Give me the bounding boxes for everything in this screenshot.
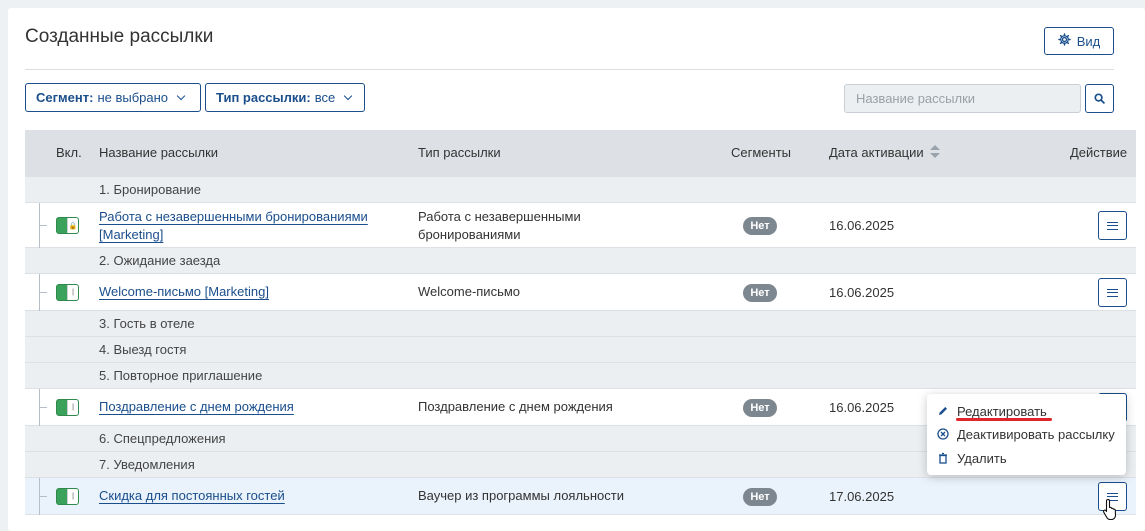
lock-icon: 🔒 (67, 218, 78, 233)
toggle-knob: | (67, 285, 78, 300)
group-label: 4. Выезд гостя (99, 342, 187, 357)
group-label: 1. Бронирование (99, 182, 202, 197)
table-row: 🔒 Работа с незавершенными бронированиями… (25, 203, 1136, 248)
mailing-name-line: [Marketing] (99, 227, 164, 242)
group-row: 5. Повторное приглашение (25, 363, 1136, 389)
header-name: Название рассылки (99, 145, 219, 160)
mailing-type-line: Работа с незавершенными (418, 209, 581, 224)
toggle-knob: | (67, 489, 78, 504)
gear-icon (1057, 33, 1071, 49)
mailing-name-link[interactable]: Скидка для постоянных гостей (99, 487, 285, 505)
group-label: 3. Гость в отеле (99, 316, 195, 331)
activation-date: 17.06.2025 (829, 489, 895, 504)
action-menu-button[interactable] (1098, 211, 1127, 240)
menu-item-delete[interactable]: Удалить (937, 449, 1007, 467)
segment-filter-value: не выбрано (97, 90, 169, 105)
search-icon (1094, 93, 1105, 104)
group-label: 7. Уведомления (99, 457, 195, 472)
menu-item-delete-label: Удалить (957, 450, 1007, 466)
toggle-knob: | (67, 400, 78, 415)
menu-item-edit-label: Редактировать (957, 403, 1047, 419)
mailing-type: Поздравление с днем рождения (418, 399, 613, 414)
activation-date: 16.06.2025 (829, 400, 895, 415)
view-settings-button[interactable]: Вид (1044, 27, 1114, 55)
mailing-name-line: Работа с незавершенными бронированиями (99, 209, 368, 224)
type-filter-value: все (314, 90, 336, 105)
hand-cursor-icon (1102, 498, 1120, 523)
group-label: 6. Спецпредложения (99, 431, 226, 446)
page-title: Созданные рассылки (25, 26, 214, 47)
group-row: 4. Выезд гостя (25, 337, 1136, 363)
group-label: 5. Повторное приглашение (99, 368, 263, 383)
type-filter-key: Тип рассылки: (216, 90, 311, 105)
enabled-toggle[interactable]: | (56, 399, 79, 416)
tree-line (39, 225, 47, 226)
header-enabled: Вкл. (56, 145, 82, 160)
chevron-down-icon (176, 91, 186, 100)
sort-icon (929, 145, 940, 159)
mailings-table: Вкл. Название рассылки Тип рассылки Сегм… (25, 130, 1136, 515)
group-row: 2. Ожидание заезда (25, 248, 1136, 274)
mailing-type: Работа с незавершенными бронированиями (418, 208, 581, 244)
group-row: 3. Гость в отеле (25, 311, 1136, 337)
table-row: | Welcome-письмо [Marketing] Welcome-пис… (25, 274, 1136, 311)
group-label: 2. Ожидание заезда (99, 253, 221, 268)
chevron-down-icon (343, 91, 353, 100)
enabled-toggle[interactable]: | (56, 488, 79, 505)
cancel-circle-icon (937, 428, 949, 440)
highlight-underline (956, 418, 1052, 421)
segments-badge: Нет (743, 399, 777, 417)
action-dropdown-menu: Редактировать Деактивировать рассылку Уд… (927, 394, 1126, 475)
search-button[interactable] (1085, 84, 1114, 113)
segments-badge: Нет (743, 488, 777, 506)
header-segments: Сегменты (731, 145, 792, 160)
mailing-name-link[interactable]: Welcome-письмо [Marketing] (99, 283, 269, 301)
tree-line (39, 496, 47, 497)
segments-badge: Нет (743, 284, 777, 302)
table-header: Вкл. Название рассылки Тип рассылки Сегм… (25, 130, 1136, 177)
enabled-toggle[interactable]: 🔒 (56, 217, 79, 234)
pencil-icon (937, 405, 949, 417)
search-input[interactable] (844, 84, 1081, 113)
header-type: Тип рассылки (418, 145, 501, 160)
group-row: 1. Бронирование (25, 177, 1136, 203)
menu-icon (1107, 221, 1118, 230)
action-menu-button[interactable] (1098, 278, 1127, 307)
menu-item-deactivate-label: Деактивировать рассылку (957, 426, 1115, 442)
activation-date: 16.06.2025 (829, 218, 895, 233)
segment-filter-key: Сегмент: (36, 90, 94, 105)
trash-icon (937, 452, 949, 464)
table-row: | Скидка для постоянных гостей Ваучер из… (25, 478, 1136, 515)
header-date-sortable[interactable]: Дата активации (829, 145, 940, 160)
mailing-name-link[interactable]: Поздравление с днем рождения (99, 398, 294, 416)
header-divider (25, 69, 1114, 70)
segments-badge: Нет (743, 217, 777, 235)
mailing-type-line: бронированиями (418, 227, 521, 242)
header-action: Действие (1070, 145, 1128, 160)
mailing-type: Ваучер из программы лояльности (418, 488, 624, 503)
segment-filter-dropdown[interactable]: Сегмент: не выбрано (25, 83, 201, 112)
menu-icon (1107, 288, 1118, 297)
mailing-name-link[interactable]: Работа с незавершенными бронированиями [M… (99, 208, 368, 244)
type-filter-dropdown[interactable]: Тип рассылки: все (205, 83, 365, 112)
activation-date: 16.06.2025 (829, 285, 895, 300)
view-button-label: Вид (1076, 33, 1101, 49)
mailing-type: Welcome-письмо (418, 284, 521, 299)
header-date-label: Дата активации (829, 145, 924, 160)
menu-item-deactivate[interactable]: Деактивировать рассылку (937, 425, 1115, 443)
enabled-toggle[interactable]: | (56, 284, 79, 301)
tree-line (39, 292, 47, 293)
tree-line (39, 407, 47, 408)
